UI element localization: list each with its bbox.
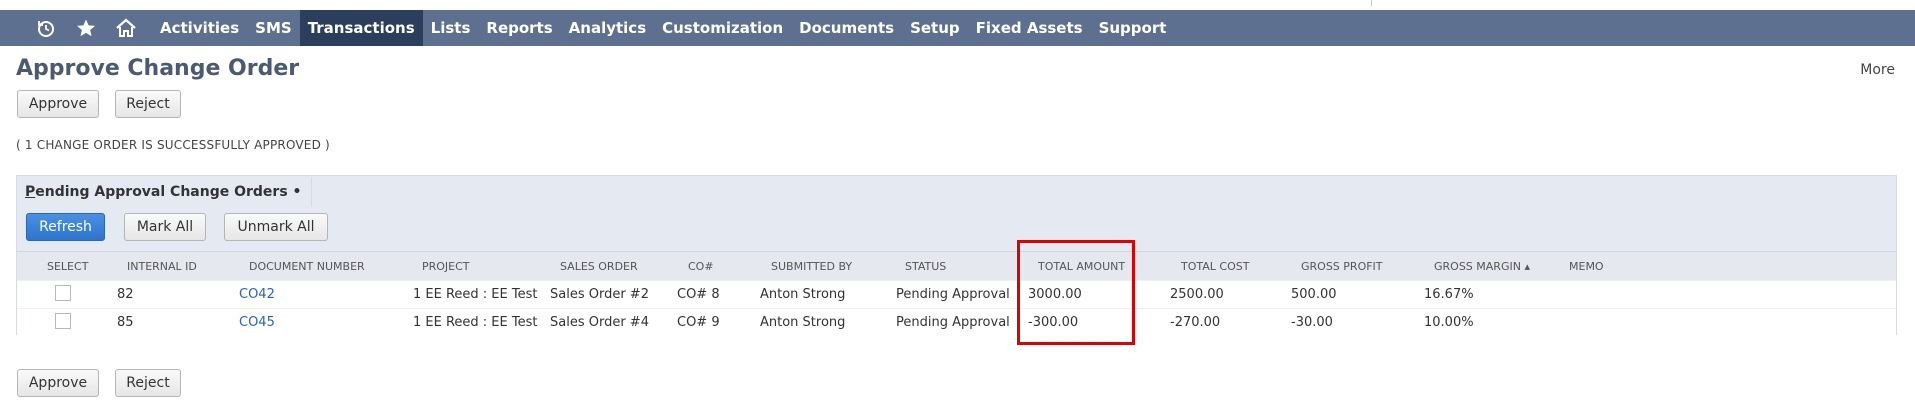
cell-project: 1 EE Reed : EE Test <box>413 287 538 302</box>
col-sales-order[interactable]: SALES ORDER <box>560 260 638 273</box>
unmark-all-button[interactable]: Unmark All <box>224 213 328 241</box>
table-row: 85 CO45 1 EE Reed : EE Test Sales Order … <box>17 308 1896 336</box>
col-co-number[interactable]: CO# <box>688 260 714 273</box>
cell-internal-id: 82 <box>117 287 134 302</box>
cell-status: Pending Approval <box>896 315 1010 330</box>
cell-submitted-by: Anton Strong <box>760 315 846 330</box>
nav-setup[interactable]: Setup <box>902 10 968 46</box>
col-project[interactable]: PROJECT <box>422 260 470 273</box>
col-total-cost[interactable]: TOTAL COST <box>1181 260 1249 273</box>
sublist-tab-label: ending Approval Change Orders • <box>35 184 302 200</box>
mark-all-button[interactable]: Mark All <box>124 213 206 241</box>
cell-co-number: CO# 9 <box>677 315 720 330</box>
col-gross-margin[interactable]: GROSS MARGIN ▴ <box>1434 260 1530 273</box>
approve-button-top[interactable]: Approve <box>17 90 99 118</box>
nav-activities[interactable]: Activities <box>152 10 247 46</box>
nav-documents[interactable]: Documents <box>791 10 902 46</box>
star-icon[interactable] <box>66 10 106 46</box>
cell-total-cost: 2500.00 <box>1170 287 1224 302</box>
cell-gross-profit: 500.00 <box>1291 287 1337 302</box>
document-number-link[interactable]: CO45 <box>239 315 275 330</box>
cell-sales-order: Sales Order #2 <box>550 287 649 302</box>
cell-submitted-by: Anton Strong <box>760 287 846 302</box>
table-row: 82 CO42 1 EE Reed : EE Test Sales Order … <box>17 280 1896 308</box>
nav-analytics[interactable]: Analytics <box>561 10 654 46</box>
refresh-button[interactable]: Refresh <box>26 213 105 241</box>
col-memo[interactable]: MEMO <box>1569 260 1604 273</box>
reject-button-top[interactable]: Reject <box>115 90 181 118</box>
sublist-tab-access-key: P <box>25 184 36 200</box>
more-link[interactable]: More <box>1860 62 1895 78</box>
col-gross-profit[interactable]: GROSS PROFIT <box>1301 260 1383 273</box>
total-amount-highlight-box <box>1017 240 1135 345</box>
col-internal-id[interactable]: INTERNAL ID <box>127 260 197 273</box>
status-message: ( 1 CHANGE ORDER IS SUCCESSFULLY APPROVE… <box>16 138 330 152</box>
nav-transactions[interactable]: Transactions <box>299 10 423 46</box>
nav-customization[interactable]: Customization <box>654 10 791 46</box>
history-icon[interactable] <box>26 10 66 46</box>
cell-internal-id: 85 <box>117 315 134 330</box>
document-number-link[interactable]: CO42 <box>239 287 275 302</box>
row-select-checkbox[interactable] <box>55 313 71 329</box>
col-select[interactable]: SELECT <box>47 260 88 273</box>
home-icon[interactable] <box>106 10 146 46</box>
cell-gross-profit: -30.00 <box>1291 315 1333 330</box>
col-submitted-by[interactable]: SUBMITTED BY <box>771 260 852 273</box>
main-nav-bar: Activities SMS Transactions Lists Report… <box>0 10 1915 46</box>
cell-gross-margin: 16.67% <box>1424 287 1474 302</box>
table-header: SELECT INTERNAL ID DOCUMENT NUMBER PROJE… <box>17 251 1896 280</box>
nav-lists[interactable]: Lists <box>423 10 479 46</box>
nav-sms[interactable]: SMS <box>247 10 300 46</box>
change-orders-table: SELECT INTERNAL ID DOCUMENT NUMBER PROJE… <box>17 251 1896 336</box>
cell-total-cost: -270.00 <box>1170 315 1221 330</box>
col-status[interactable]: STATUS <box>905 260 946 273</box>
cell-co-number: CO# 8 <box>677 287 720 302</box>
top-strip <box>0 0 1915 10</box>
cell-gross-margin: 10.00% <box>1424 315 1474 330</box>
pending-approval-sublist: Pending Approval Change Orders • Refresh… <box>16 175 1897 336</box>
top-divider <box>1371 0 1372 6</box>
approve-button-bottom[interactable]: Approve <box>17 369 99 397</box>
cell-status: Pending Approval <box>896 287 1010 302</box>
col-document-number[interactable]: DOCUMENT NUMBER <box>249 260 365 273</box>
sublist-tab-pending-approval[interactable]: Pending Approval Change Orders • <box>17 177 313 207</box>
nav-fixed-assets[interactable]: Fixed Assets <box>968 10 1091 46</box>
nav-reports[interactable]: Reports <box>478 10 560 46</box>
row-select-checkbox[interactable] <box>55 285 71 301</box>
nav-support[interactable]: Support <box>1091 10 1175 46</box>
cell-sales-order: Sales Order #4 <box>550 315 649 330</box>
reject-button-bottom[interactable]: Reject <box>115 369 181 397</box>
page-title: Approve Change Order <box>16 56 300 81</box>
cell-project: 1 EE Reed : EE Test <box>413 315 538 330</box>
